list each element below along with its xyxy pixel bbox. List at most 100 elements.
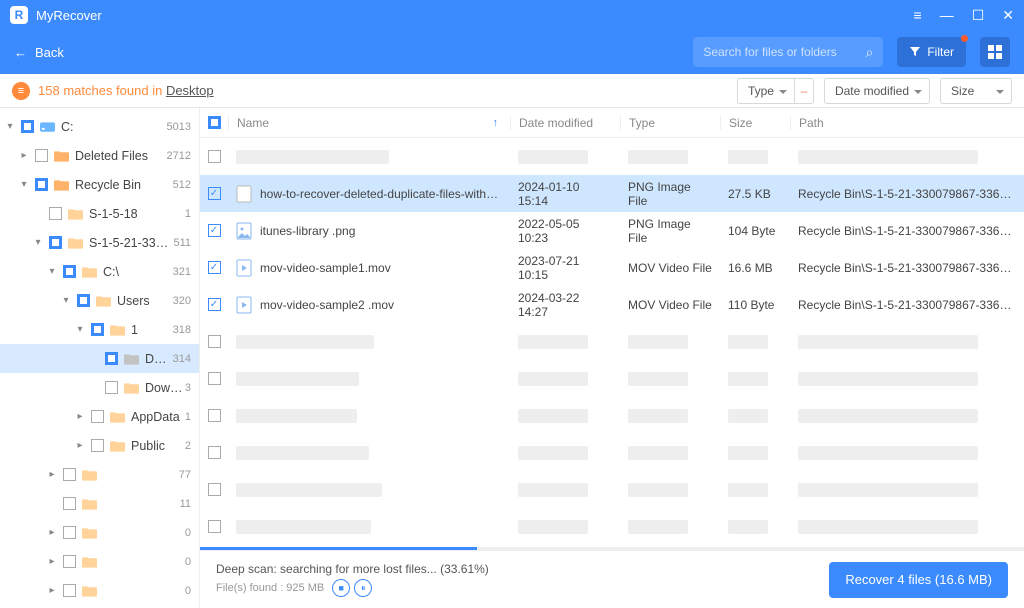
pause-scan-button[interactable]: ⏸ bbox=[354, 579, 372, 597]
tree-checkbox[interactable] bbox=[63, 584, 76, 597]
table-row[interactable] bbox=[200, 508, 1024, 545]
table-row[interactable] bbox=[200, 397, 1024, 434]
date-dropdown[interactable]: Date modified bbox=[824, 78, 930, 104]
tree-node[interactable]: ▾C:5013 bbox=[0, 112, 199, 141]
tree-node[interactable]: S-1-5-181 bbox=[0, 199, 199, 228]
tree-checkbox[interactable] bbox=[49, 207, 62, 220]
table-row[interactable] bbox=[200, 323, 1024, 360]
tree-checkbox[interactable] bbox=[91, 323, 104, 336]
table-row[interactable] bbox=[200, 360, 1024, 397]
caret-icon[interactable]: ▾ bbox=[4, 121, 16, 132]
caret-icon[interactable]: ▸ bbox=[46, 585, 58, 596]
row-checkbox[interactable] bbox=[208, 409, 221, 422]
row-checkbox[interactable]: ✓ bbox=[208, 298, 221, 311]
view-grid-button[interactable] bbox=[980, 37, 1010, 67]
tree-node[interactable]: ▸0 bbox=[0, 518, 199, 547]
tree-checkbox[interactable] bbox=[91, 439, 104, 452]
tree-checkbox[interactable] bbox=[21, 120, 34, 133]
caret-icon[interactable]: ▾ bbox=[32, 237, 44, 248]
tree-checkbox[interactable] bbox=[35, 178, 48, 191]
caret-icon[interactable] bbox=[32, 208, 44, 219]
column-type[interactable]: Type bbox=[620, 116, 720, 130]
tree-node[interactable]: ▾Recycle Bin512 bbox=[0, 170, 199, 199]
table-row[interactable]: ✓mov-video-sample2 .mov2024-03-22 14:27M… bbox=[200, 286, 1024, 323]
tree-count: 3 bbox=[185, 382, 191, 394]
tree-node[interactable]: ▾C:\321 bbox=[0, 257, 199, 286]
column-name[interactable]: Name↑ bbox=[228, 116, 510, 130]
search-box[interactable]: ⌕ bbox=[693, 37, 883, 67]
tree-checkbox[interactable] bbox=[63, 555, 76, 568]
row-checkbox[interactable] bbox=[208, 483, 221, 496]
back-button[interactable]: ← Back bbox=[14, 45, 64, 60]
tree-checkbox[interactable] bbox=[105, 352, 118, 365]
caret-icon[interactable]: ▾ bbox=[46, 266, 58, 277]
search-icon[interactable]: ⌕ bbox=[865, 44, 873, 61]
type-dropdown[interactable]: Type bbox=[737, 78, 794, 104]
search-input[interactable] bbox=[703, 45, 865, 59]
table-row[interactable]: ✓itunes-library .png2022-05-05 10:23PNG … bbox=[200, 212, 1024, 249]
row-checkbox[interactable]: ✓ bbox=[208, 187, 221, 200]
tree-checkbox[interactable] bbox=[63, 265, 76, 278]
tree-checkbox[interactable] bbox=[49, 236, 62, 249]
stop-scan-button[interactable]: ■ bbox=[332, 579, 350, 597]
close-icon[interactable]: ✕ bbox=[1002, 8, 1014, 22]
tree-node[interactable]: ▸Deleted Files2712 bbox=[0, 141, 199, 170]
folder-icon bbox=[109, 410, 125, 424]
tree-node[interactable]: ▸Public2 bbox=[0, 431, 199, 460]
tree-node[interactable]: Downlo...3 bbox=[0, 373, 199, 402]
tree-checkbox[interactable] bbox=[91, 410, 104, 423]
tree-node[interactable]: 11 bbox=[0, 489, 199, 518]
caret-icon[interactable]: ▸ bbox=[46, 527, 58, 538]
row-checkbox[interactable] bbox=[208, 446, 221, 459]
tree-checkbox[interactable] bbox=[63, 497, 76, 510]
caret-icon[interactable] bbox=[88, 353, 100, 364]
row-checkbox[interactable] bbox=[208, 372, 221, 385]
table-row[interactable] bbox=[200, 471, 1024, 508]
type-clear-button[interactable]: – bbox=[794, 78, 814, 104]
menu-icon[interactable]: ≡ bbox=[914, 8, 922, 22]
file-icon bbox=[236, 259, 252, 277]
tree-node[interactable]: ▾S-1-5-21-330079 8...511 bbox=[0, 228, 199, 257]
caret-icon[interactable]: ▸ bbox=[74, 411, 86, 422]
tree-checkbox[interactable] bbox=[63, 468, 76, 481]
caret-icon[interactable] bbox=[88, 382, 100, 393]
tree-checkbox[interactable] bbox=[63, 526, 76, 539]
row-checkbox[interactable]: ✓ bbox=[208, 261, 221, 274]
maximize-icon[interactable]: ☐ bbox=[972, 8, 985, 22]
row-checkbox[interactable] bbox=[208, 150, 221, 163]
tree-checkbox[interactable] bbox=[35, 149, 48, 162]
caret-icon[interactable]: ▸ bbox=[46, 469, 58, 480]
size-dropdown[interactable]: Size bbox=[940, 78, 1012, 104]
tree-node[interactable]: ▸77 bbox=[0, 460, 199, 489]
column-date[interactable]: Date modified bbox=[510, 116, 620, 130]
caret-icon[interactable]: ▸ bbox=[46, 556, 58, 567]
header-checkbox[interactable] bbox=[200, 116, 228, 129]
recover-button[interactable]: Recover 4 files (16.6 MB) bbox=[829, 562, 1008, 598]
caret-icon[interactable]: ▾ bbox=[60, 295, 72, 306]
row-checkbox[interactable] bbox=[208, 520, 221, 533]
caret-icon[interactable] bbox=[46, 498, 58, 509]
tree-node[interactable]: Desktop314 bbox=[0, 344, 199, 373]
caret-icon[interactable]: ▾ bbox=[18, 179, 30, 190]
tree-node[interactable]: ▾1318 bbox=[0, 315, 199, 344]
tree-node[interactable]: ▸AppData1 bbox=[0, 402, 199, 431]
caret-icon[interactable]: ▸ bbox=[18, 150, 30, 161]
tree-checkbox[interactable] bbox=[77, 294, 90, 307]
minimize-icon[interactable]: — bbox=[940, 8, 954, 22]
filter-button[interactable]: Filter bbox=[897, 37, 966, 67]
column-path[interactable]: Path bbox=[790, 116, 1024, 130]
caret-icon[interactable]: ▸ bbox=[74, 440, 86, 451]
tree-node[interactable]: ▸0 bbox=[0, 576, 199, 605]
table-row[interactable]: ✓how-to-recover-deleted-duplicate-files-… bbox=[200, 175, 1024, 212]
tree-node[interactable]: ▸0 bbox=[0, 547, 199, 576]
caret-icon[interactable]: ▾ bbox=[74, 324, 86, 335]
tree-node[interactable]: ▾Users320 bbox=[0, 286, 199, 315]
table-row[interactable] bbox=[200, 434, 1024, 471]
row-checkbox[interactable]: ✓ bbox=[208, 224, 221, 237]
table-row[interactable] bbox=[200, 138, 1024, 175]
folder-icon bbox=[123, 381, 139, 395]
table-row[interactable]: ✓mov-video-sample1.mov2023-07-21 10:15MO… bbox=[200, 249, 1024, 286]
tree-checkbox[interactable] bbox=[105, 381, 118, 394]
column-size[interactable]: Size bbox=[720, 116, 790, 130]
row-checkbox[interactable] bbox=[208, 335, 221, 348]
